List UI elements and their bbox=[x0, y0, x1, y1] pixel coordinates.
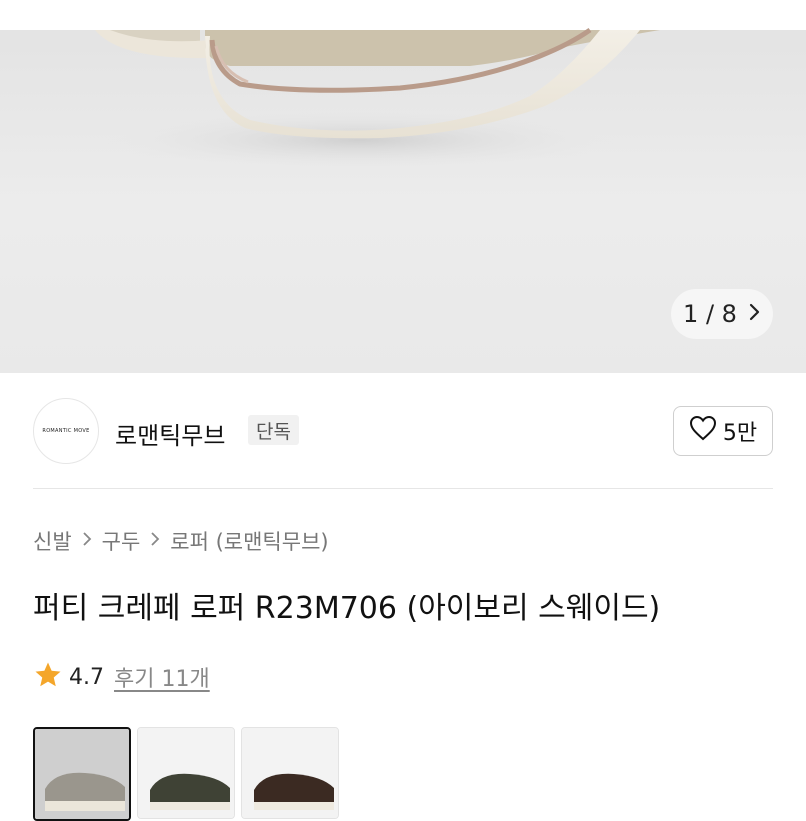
brand-row: ROMANTIC MOVE 로맨틱무브 단독 5만 bbox=[0, 373, 806, 489]
heart-outline-icon bbox=[689, 415, 717, 447]
brand-logo[interactable]: ROMANTIC MOVE bbox=[33, 398, 99, 464]
review-count-link[interactable]: 후기 11개 bbox=[114, 661, 210, 693]
color-option-ivory-suede[interactable] bbox=[33, 727, 131, 821]
chevron-right-icon bbox=[82, 531, 92, 552]
exclusive-badge: 단독 bbox=[248, 415, 299, 445]
breadcrumb-item-dress-shoes[interactable]: 구두 bbox=[102, 526, 141, 556]
chevron-right-icon[interactable] bbox=[749, 302, 761, 327]
brand-name[interactable]: 로맨틱무브 bbox=[115, 416, 225, 451]
rating-score: 4.7 bbox=[69, 664, 104, 690]
exclusive-badge-text: 단독 bbox=[256, 420, 291, 443]
brand-logo-text: ROMANTIC MOVE bbox=[42, 428, 90, 434]
star-icon bbox=[33, 660, 63, 694]
like-button[interactable]: 5만 bbox=[673, 406, 773, 456]
divider bbox=[33, 488, 773, 489]
breadcrumb: 신발 구두 로퍼 (로맨틱무브) bbox=[33, 526, 329, 556]
product-title: 퍼티 크레페 로퍼 R23M706 (아이보리 스웨이드) bbox=[33, 591, 661, 626]
color-option-olive-suede[interactable] bbox=[137, 727, 235, 819]
rating-row: 4.7 후기 11개 bbox=[33, 660, 210, 694]
chevron-right-icon bbox=[150, 531, 160, 552]
like-count: 5만 bbox=[722, 421, 758, 446]
breadcrumb-item-shoes[interactable]: 신발 bbox=[33, 526, 72, 556]
color-option-brown-suede[interactable] bbox=[241, 727, 339, 819]
image-counter[interactable]: 1 / 8 bbox=[671, 289, 773, 339]
color-options bbox=[33, 727, 339, 821]
product-image-carousel[interactable]: 1 / 8 bbox=[0, 0, 806, 373]
image-counter-text: 1 / 8 bbox=[683, 300, 737, 328]
breadcrumb-item-loafer[interactable]: 로퍼 (로맨틱무브) bbox=[170, 526, 328, 556]
